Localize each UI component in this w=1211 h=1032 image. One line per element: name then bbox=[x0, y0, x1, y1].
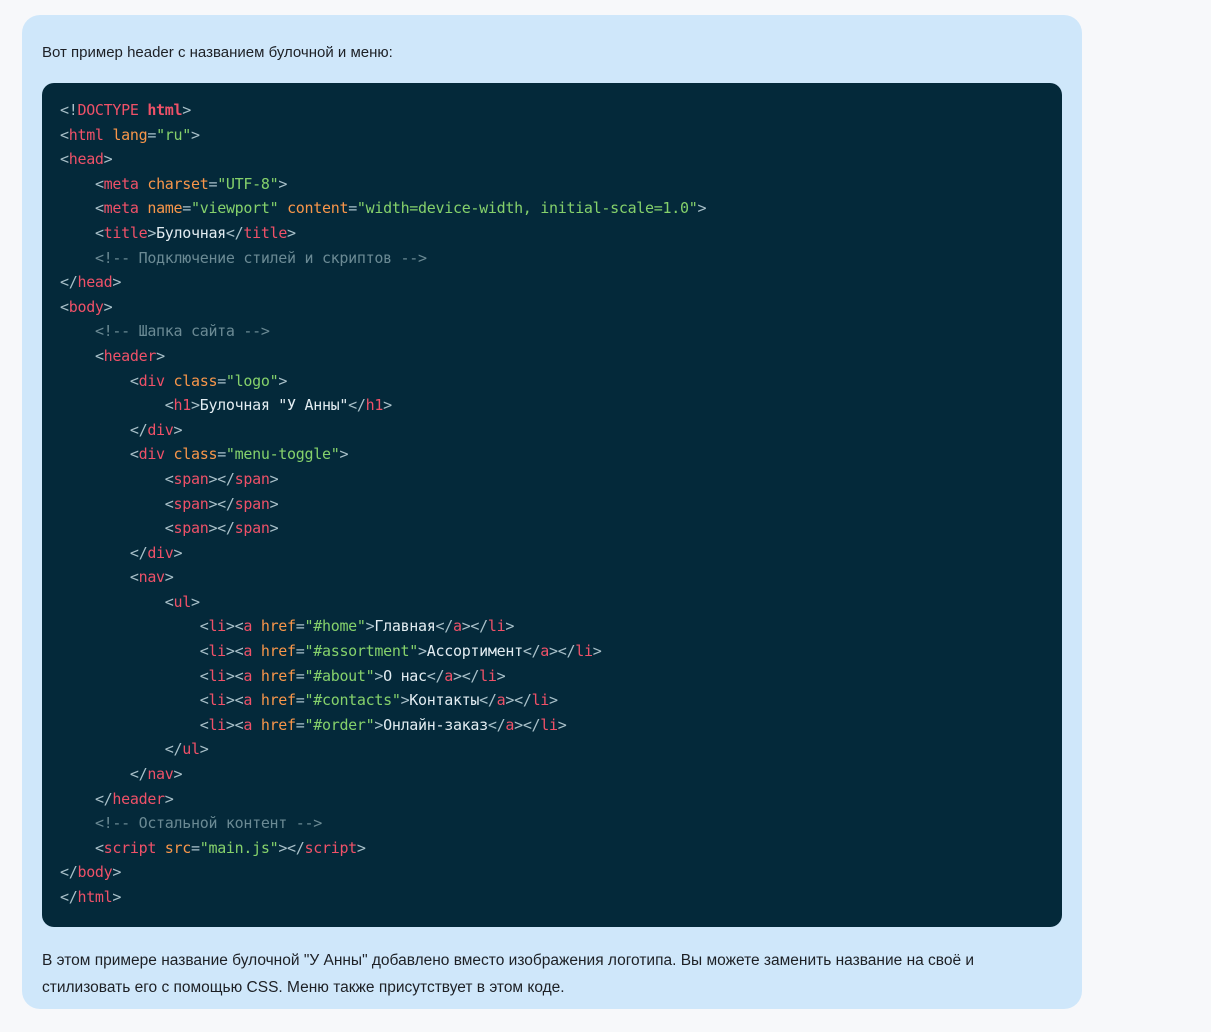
assistant-message-bubble: Вот пример header с названием булочной и… bbox=[22, 15, 1082, 1009]
code-line: </div> bbox=[129, 543, 183, 562]
code-line: <li><a href="#home">Главная</a></li> bbox=[199, 617, 515, 636]
code-line: <!-- Подключение стилей и скриптов --> bbox=[94, 248, 427, 267]
code-line: <ul> bbox=[164, 592, 200, 611]
code-line: <li><a href="#about">О нас</a></li> bbox=[199, 666, 506, 685]
code-line: <meta charset="UTF-8"> bbox=[94, 174, 288, 193]
code-content: <!DOCTYPE html> <html lang="ru"> <head> <m… bbox=[60, 98, 1044, 910]
code-line: <!DOCTYPE html> bbox=[60, 101, 191, 119]
code-line: <span></span> bbox=[164, 519, 279, 538]
message-outro-text: В этом примере название булочной "У Анны… bbox=[42, 951, 975, 996]
code-line: <!-- Остальной контент --> bbox=[94, 814, 322, 833]
code-line: <nav> bbox=[129, 568, 174, 587]
code-line: <script src="main.js"></script> bbox=[94, 838, 366, 857]
code-line: <li><a href="#assortment">Ассортимент</a… bbox=[199, 642, 602, 661]
code-line: <title>Булочная</title> bbox=[94, 223, 296, 242]
code-block: <!DOCTYPE html> <html lang="ru"> <head> <m… bbox=[42, 83, 1062, 927]
code-line: <span></span> bbox=[164, 469, 279, 488]
code-line: </ul> bbox=[164, 740, 209, 759]
code-line: <html lang="ru"> bbox=[60, 125, 200, 144]
code-line: </header> bbox=[94, 789, 174, 808]
message-intro-text: Вот пример header с названием булочной и… bbox=[42, 44, 393, 61]
code-line: <div class="menu-toggle"> bbox=[129, 445, 349, 464]
code-line: <li><a href="#order">Онлайн-заказ</a></l… bbox=[199, 715, 567, 734]
code-line: <span></span> bbox=[164, 494, 279, 513]
code-line: <header> bbox=[94, 346, 165, 365]
code-line: </nav> bbox=[129, 765, 183, 784]
code-line: <li><a href="#contacts">Контакты</a></li… bbox=[199, 691, 558, 710]
code-line: <body> bbox=[60, 297, 113, 316]
code-line: <h1>Булочная "У Анны"</h1> bbox=[164, 396, 392, 415]
code-line: <div class="logo"> bbox=[129, 371, 288, 390]
code-line: </body> bbox=[60, 863, 122, 882]
code-line: <!-- Шапка сайта --> bbox=[94, 322, 270, 341]
code-line: </html> bbox=[60, 888, 122, 906]
code-line: </div> bbox=[129, 420, 183, 439]
page-background: Вот пример header с названием булочной и… bbox=[0, 0, 1211, 1032]
code-line: </head> bbox=[60, 273, 122, 292]
code-line: <meta name="viewport" content="width=dev… bbox=[94, 199, 707, 218]
code-line: <head> bbox=[60, 150, 113, 169]
